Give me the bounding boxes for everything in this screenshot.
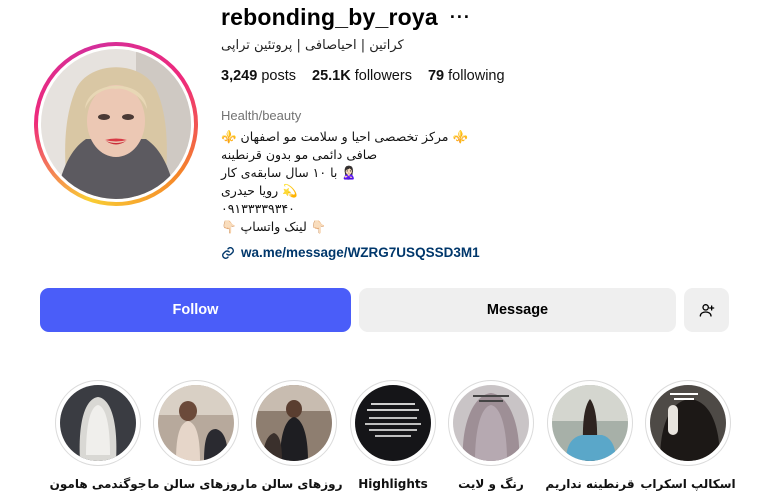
highlight-item[interactable]: روزهای سالن ما — [146, 380, 246, 491]
followers-stat[interactable]: 25.1K followers — [312, 68, 412, 84]
follow-button[interactable]: Follow — [40, 288, 351, 332]
posts-stat: 3,249 posts — [221, 68, 296, 84]
highlight-ring — [251, 380, 337, 466]
highlight-item[interactable]: اسکالپ اسکراب — [638, 380, 738, 491]
link-text: wa.me/message/WZRG7USQSSD3M1 — [241, 245, 480, 260]
message-button[interactable]: Message — [359, 288, 676, 332]
profile-stats: 3,249 posts 25.1K followers 79 following — [221, 68, 505, 84]
highlight-cover — [60, 385, 136, 461]
bio-line: 🙎🏻‍♀️ با ۱۰ سال سابقه‌ی کار — [221, 165, 357, 180]
followers-count: 25.1K — [312, 68, 351, 84]
posts-count: 3,249 — [221, 68, 258, 84]
highlight-item[interactable]: روزهای سالن ما — [244, 380, 344, 491]
highlight-cover — [256, 385, 332, 461]
bio-line: 👇🏻 لینک واتساپ 👇🏻 — [221, 219, 327, 234]
profile-link[interactable]: wa.me/message/WZRG7USQSSD3M1 — [221, 245, 480, 260]
highlight-label: اسکالپ اسکراب — [640, 477, 736, 491]
highlight-ring — [448, 380, 534, 466]
avatar-gap — [38, 46, 194, 202]
highlight-cover — [158, 385, 234, 461]
highlight-item[interactable]: جوگندمی هامون — [48, 380, 148, 491]
highlight-item[interactable]: قرنطینه نداریم — [540, 380, 640, 491]
highlight-ring — [55, 380, 141, 466]
following-count: 79 — [427, 68, 445, 84]
highlight-cover — [453, 385, 529, 461]
profile-category: Health/beauty — [221, 108, 302, 123]
highlight-cover — [650, 385, 726, 461]
add-user-icon — [699, 304, 714, 317]
highlight-ring — [547, 380, 633, 466]
highlight-item[interactable]: Highlights — [343, 380, 443, 491]
following-stat[interactable]: 79 following — [428, 68, 505, 84]
username: rebonding_by_roya — [221, 3, 438, 30]
bio-line: ⚜️ مرکز تخصصی احیا و سلامت مو اصفهان ⚜️ — [221, 129, 469, 144]
highlight-label: جوگندمی هامون — [49, 477, 147, 491]
highlight-cover — [552, 385, 628, 461]
highlight-label: رنگ و لایت — [458, 477, 524, 491]
following-label: following — [448, 68, 505, 84]
highlight-label: Highlights — [358, 477, 428, 491]
followers-label: followers — [354, 68, 412, 84]
link-icon — [222, 246, 234, 259]
more-horizontal-icon[interactable]: ··· — [450, 7, 471, 28]
highlight-ring — [350, 380, 436, 466]
bio-line: ۰۹۱۳۳۳۳۹۳۴۰ — [221, 201, 295, 216]
highlight-ring — [645, 380, 731, 466]
highlight-label: روزهای سالن ما — [147, 477, 245, 491]
highlight-label: قرنطینه نداریم — [545, 477, 635, 491]
bio: ⚜️ مرکز تخصصی احیا و سلامت مو اصفهان ⚜️ … — [221, 128, 468, 236]
highlight-ring — [153, 380, 239, 466]
avatar — [41, 49, 191, 199]
add-user-button[interactable] — [684, 288, 729, 332]
highlight-item[interactable]: رنگ و لایت — [441, 380, 541, 491]
posts-label: posts — [261, 68, 296, 84]
username-row: rebonding_by_roya ··· — [221, 2, 471, 32]
highlight-label: روزهای سالن ما — [245, 477, 343, 491]
full-name: کراتین | احیاصافی | پروتئین تراپی — [221, 38, 404, 53]
bio-line: 💫 رویا حیدری — [221, 183, 298, 198]
bio-line: صافی دائمی مو بدون قرنطینه — [221, 147, 378, 162]
profile-avatar-ring[interactable] — [34, 42, 198, 206]
highlight-cover — [355, 385, 431, 461]
